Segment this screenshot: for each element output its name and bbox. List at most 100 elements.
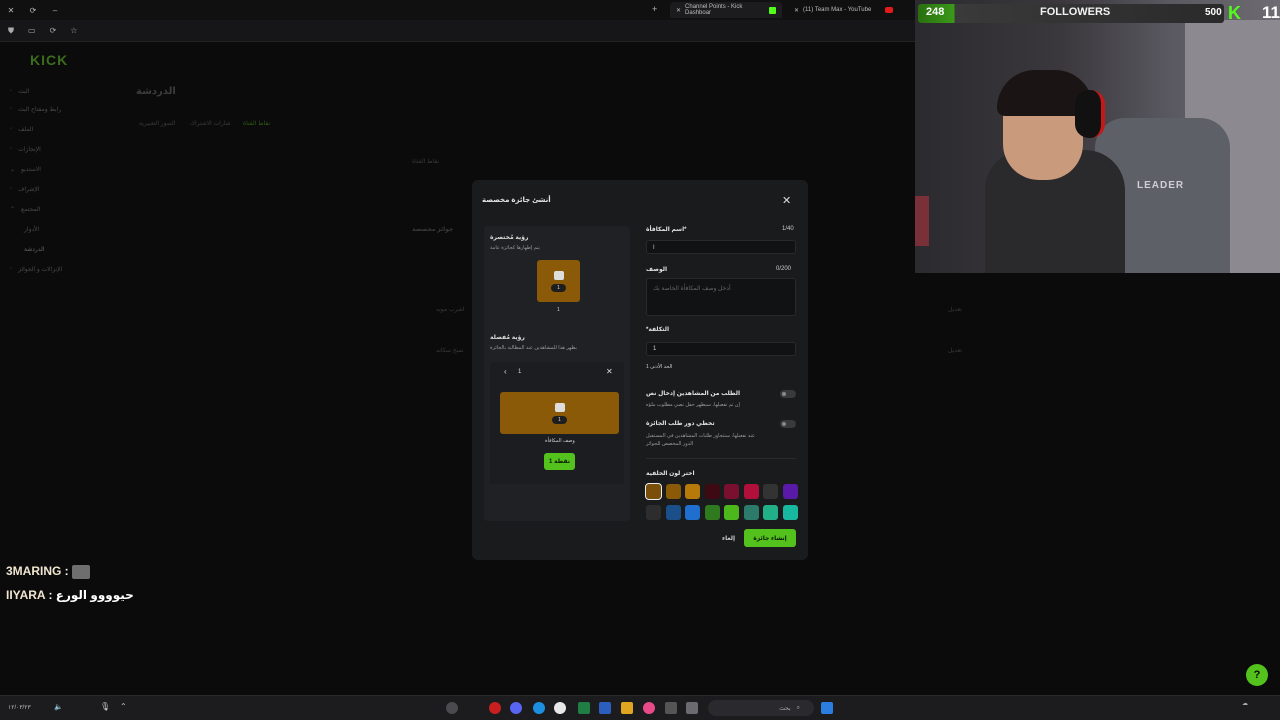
cancel-button[interactable]: إلغاء xyxy=(722,535,735,542)
color-swatch[interactable] xyxy=(763,484,778,499)
bookmark-star-icon[interactable]: ☆ xyxy=(70,26,77,35)
color-swatch[interactable] xyxy=(724,505,739,520)
reward-row-edit[interactable]: تعديل xyxy=(948,347,962,354)
search-icon: ⌕ xyxy=(796,704,800,711)
color-swatch[interactable] xyxy=(704,484,720,499)
require-text-title: الطلب من المشاهدين إدخال نص xyxy=(646,391,741,397)
minimize-icon[interactable]: – xyxy=(44,6,66,15)
refresh-icon[interactable]: ⟳ xyxy=(50,26,57,35)
kick-logo: KICK xyxy=(30,52,69,68)
color-swatch[interactable] xyxy=(782,505,798,520)
divider xyxy=(646,458,796,459)
windows-start-icon[interactable] xyxy=(821,702,833,714)
sidebar-item-community[interactable]: ⌃ المجتمع xyxy=(10,202,120,216)
sidebar-item-studio[interactable]: ⌄ الاستديو xyxy=(10,162,120,176)
windows-taskbar: ١٢/٠٣/٢٣ 🔈 🎙 ⌃ بحث ⌕ ☁ xyxy=(0,695,1280,720)
reward-row-name: نسخ سكانه xyxy=(436,348,464,354)
discord-icon[interactable] xyxy=(510,702,522,714)
reader-icon[interactable]: ▭ xyxy=(28,26,36,35)
store-icon[interactable] xyxy=(599,702,611,714)
name-label: اسم المكافأة* xyxy=(646,227,687,233)
color-swatch[interactable] xyxy=(782,484,798,499)
color-swatch[interactable] xyxy=(645,483,662,500)
close-window-icon[interactable]: ✕ xyxy=(0,6,22,15)
refresh-window-icon[interactable]: ⟳ xyxy=(22,6,44,15)
weather-icon[interactable]: ☁ xyxy=(1242,700,1258,716)
tab-label: Channel Points - Kick Dashboar xyxy=(685,4,743,16)
sidebar-item-label: المجتمع xyxy=(21,206,41,213)
close-icon[interactable]: ✕ xyxy=(606,367,613,376)
stream-icon: ◦ xyxy=(10,88,13,94)
sidebar-item-stream[interactable]: ◦ البث xyxy=(10,84,120,98)
recording-app-icon[interactable] xyxy=(489,702,501,714)
steam-icon[interactable] xyxy=(446,702,458,714)
color-swatch[interactable] xyxy=(763,505,778,520)
obs-icon[interactable] xyxy=(665,702,677,714)
gift-box-icon xyxy=(553,270,564,280)
sidebar-item-drops[interactable]: ◦ الإنزالات و الجوائز xyxy=(10,262,120,276)
sidebar-item-stream-key[interactable]: ◦ رابط ومفتاح البث xyxy=(10,102,120,116)
sidebar-item-moderation[interactable]: ◦ الإشراف xyxy=(10,182,120,196)
color-swatch[interactable] xyxy=(685,505,700,520)
chat-username: IIYARA xyxy=(6,588,46,602)
close-icon[interactable]: ✕ xyxy=(782,194,791,207)
close-icon[interactable]: ✕ xyxy=(676,7,681,14)
chat-separator: : xyxy=(61,564,73,578)
task-view-icon[interactable] xyxy=(686,702,698,714)
edge-icon[interactable] xyxy=(533,702,545,714)
color-swatch[interactable] xyxy=(704,505,720,520)
help-chat-icon[interactable]: ? xyxy=(1246,664,1268,686)
page-title: الدردشة xyxy=(136,86,176,97)
tab-kick-dashboard[interactable]: ✕ Channel Points - Kick Dashboar xyxy=(670,2,782,18)
shield-icon[interactable]: ⛊ xyxy=(8,26,14,36)
sidebar-item-chat[interactable]: الدردشة xyxy=(24,242,120,256)
chat-line: 3MARING : xyxy=(6,564,91,579)
tab-emotes[interactable]: الصور التعبيرية xyxy=(139,120,175,127)
sidebar-item-label: الأدوار xyxy=(24,226,40,233)
microphone-icon[interactable]: 🎙 xyxy=(100,702,110,711)
back-chevron-icon[interactable]: ‹ xyxy=(504,367,507,376)
tray-chevron-up-icon[interactable]: ⌃ xyxy=(120,702,127,711)
app-icon[interactable] xyxy=(643,702,655,714)
require-text-desc: إن تم تفعيلها، سيظهر حقل نصي مطلوب ملؤه xyxy=(646,402,740,408)
sidebar-item-label: الإشراف xyxy=(18,186,40,193)
folder-icon[interactable] xyxy=(621,702,633,714)
chat-message: حيوووو الورع xyxy=(55,588,134,602)
skip-queue-toggle[interactable] xyxy=(780,420,796,428)
kick-k-icon: K xyxy=(1228,2,1241,23)
sidebar-item-label: الملف xyxy=(18,126,34,133)
reward-row-edit[interactable]: تعديل xyxy=(948,306,962,313)
sidebar-item-roles[interactable]: الأدوار xyxy=(24,222,120,236)
name-input[interactable]: ا xyxy=(646,240,796,254)
badge-number: 11 xyxy=(1262,3,1280,22)
name-counter: 1/40 xyxy=(782,226,794,232)
color-swatch[interactable] xyxy=(743,505,759,520)
create-reward-button[interactable]: إنشاء جائزة xyxy=(744,529,796,547)
youtube-favicon-icon xyxy=(885,7,894,13)
redeem-button[interactable]: 1 نقطة xyxy=(544,453,575,470)
detail-view-subtitle: يظهر هذا للمشاهدين عند المطالبة بالجائزة xyxy=(490,345,577,351)
description-textarea[interactable]: أدخل وصف المكافأة الخاصة بك xyxy=(646,278,796,316)
tab-youtube[interactable]: ✕ (11) Team Max - YouTube xyxy=(788,2,912,18)
volume-icon[interactable]: 🔈 xyxy=(54,703,63,711)
gift-box-icon xyxy=(554,402,565,412)
cost-input[interactable]: 1 xyxy=(646,342,796,356)
color-swatch[interactable] xyxy=(665,505,681,520)
taskbar-search[interactable]: بحث ⌕ xyxy=(708,700,814,716)
color-swatch[interactable] xyxy=(665,484,681,499)
require-text-toggle[interactable] xyxy=(780,390,796,398)
new-tab-icon[interactable]: + xyxy=(652,4,657,14)
color-swatch[interactable] xyxy=(646,505,661,520)
browser-tabbar: ✕ ⟳ – + ✕ Channel Points - Kick Dashboar… xyxy=(0,0,915,20)
chat-line: IIYARA : حيوووو الورع xyxy=(6,588,134,602)
excel-icon[interactable] xyxy=(578,702,590,714)
tab-channel-points[interactable]: نقاط القناة xyxy=(243,120,270,127)
color-swatch[interactable] xyxy=(685,484,700,499)
close-icon[interactable]: ✕ xyxy=(794,7,799,14)
tab-sub-badges[interactable]: شارات الاشتراك xyxy=(190,120,231,127)
color-swatch[interactable] xyxy=(743,484,759,499)
color-swatch[interactable] xyxy=(724,484,739,499)
sidebar-item-achievements[interactable]: ◦ الإنجازات xyxy=(10,142,120,156)
chrome-icon[interactable] xyxy=(554,702,566,714)
sidebar-item-profile[interactable]: ◦ الملف xyxy=(10,122,120,136)
